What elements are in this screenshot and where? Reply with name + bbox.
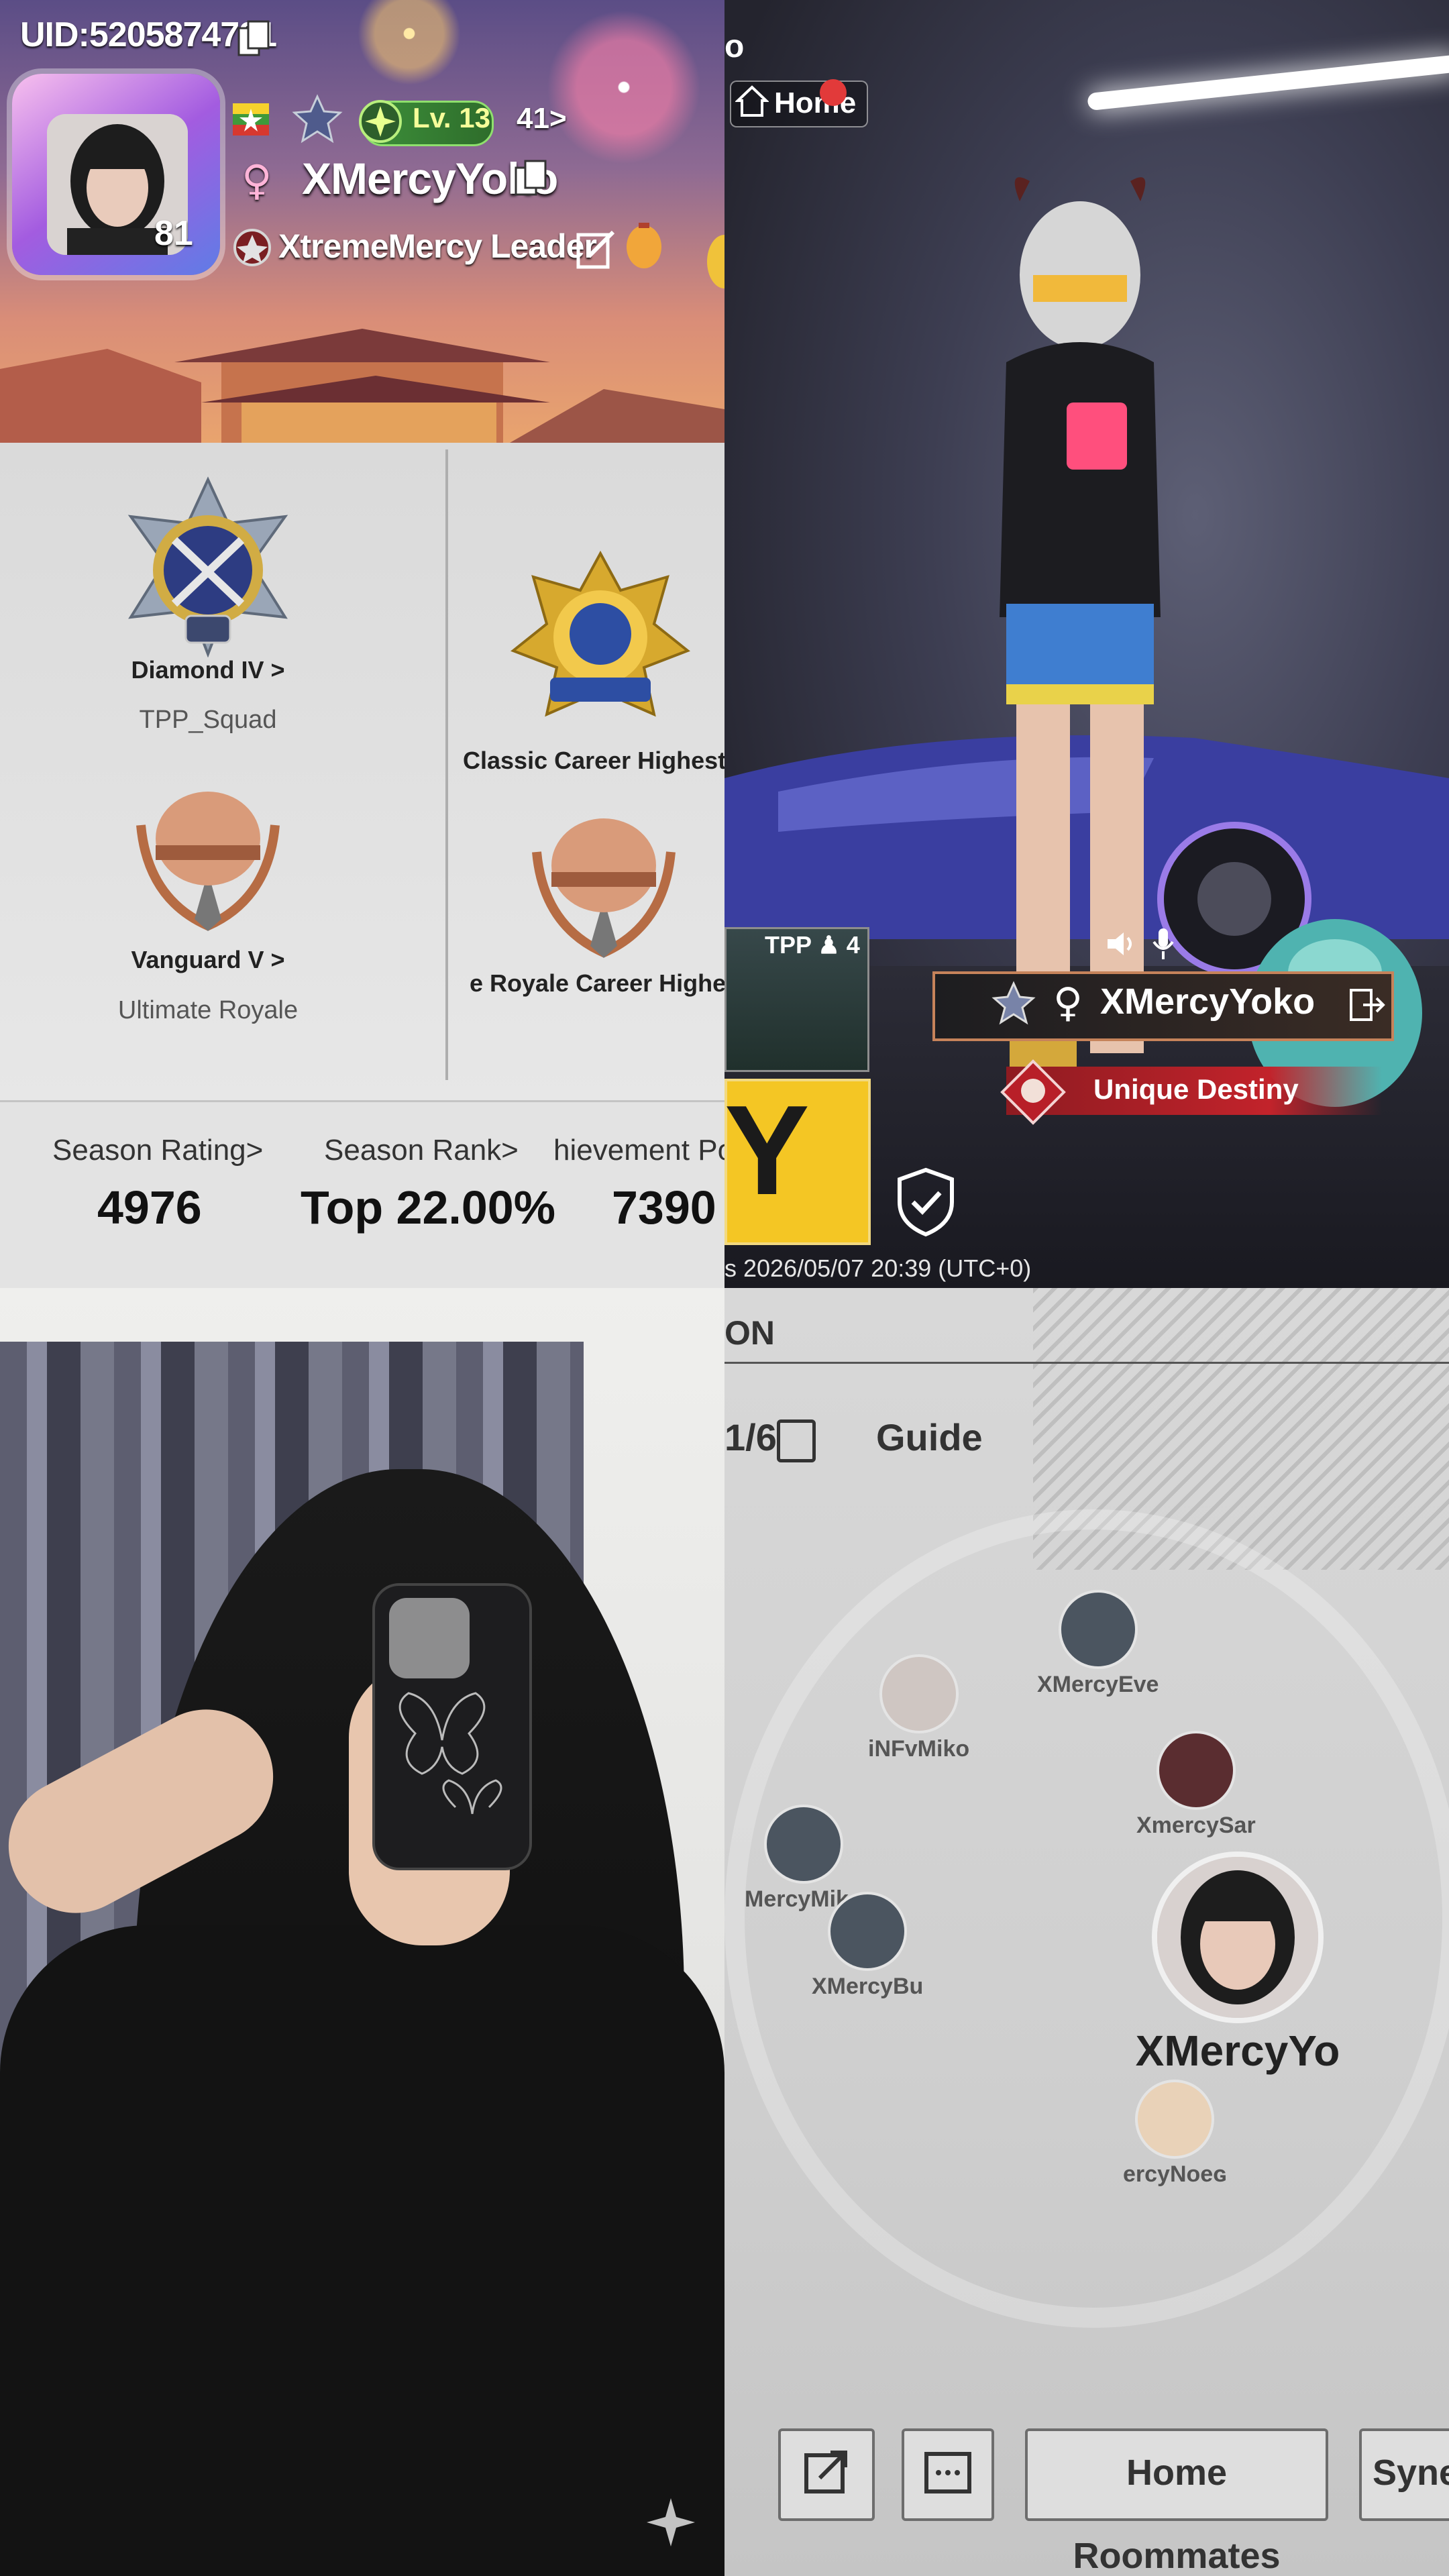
- mode-label: TPP ♟ 4: [765, 931, 860, 959]
- friend-name: XMercyEve: [1037, 1672, 1159, 1697]
- edit-icon[interactable]: [574, 228, 617, 271]
- flag-icon: [233, 103, 269, 136]
- more-button[interactable]: [902, 2428, 994, 2521]
- lobby-scene: o Home TPP ♟ 4 ♀ XMercyYoko Unique Desti…: [724, 0, 1449, 1288]
- friend-avatar: [1156, 1731, 1236, 1810]
- default-avatar-icon: [763, 1805, 843, 1884]
- character-model: [1000, 177, 1161, 1087]
- level-text: Lv. 13: [413, 102, 490, 133]
- share-icon: [804, 2451, 847, 2493]
- female-icon: ♀: [241, 156, 272, 205]
- friend-node[interactable]: iNFvMiko: [868, 1654, 969, 1762]
- home-roommates-button[interactable]: Home Roommates: [1025, 2428, 1328, 2576]
- member-count: 1/6: [724, 1416, 777, 1458]
- rp-text[interactable]: 41>: [517, 102, 567, 136]
- notification-badge: [820, 79, 847, 106]
- microphone-icon[interactable]: [1148, 926, 1178, 962]
- mode-name: TPP: [765, 931, 812, 959]
- profile-panel: UID:5205874721 81 Lv. 13 41> ♀ XMercyYok…: [0, 0, 724, 1288]
- more-icon: [924, 2452, 971, 2493]
- top-fragment: o: [724, 29, 745, 64]
- exit-icon[interactable]: [1348, 986, 1386, 1024]
- social-panel: ON 1/6 Guide iNFvMiko XMercyEve XmercySa…: [724, 1288, 1449, 2576]
- synergy-button[interactable]: Syner: [1359, 2428, 1449, 2521]
- nameplate-name: XMercyYoko: [1100, 981, 1316, 1022]
- tier-emblem-icon: [991, 981, 1036, 1025]
- friend-avatar: [879, 1654, 959, 1733]
- tier-emblem-icon: [292, 94, 343, 144]
- friend-node[interactable]: XmercySar: [1136, 1731, 1256, 1839]
- season-rating-label[interactable]: Season Rating>: [52, 1134, 263, 1167]
- friend-node[interactable]: XMercyEve: [1037, 1590, 1159, 1698]
- selfie-photo: [0, 1288, 724, 2576]
- friend-node[interactable]: XMercyBu: [812, 1892, 923, 2000]
- temple-illustration: [0, 329, 724, 443]
- squad-icon: ♟: [818, 931, 840, 959]
- achievement-points-value: 7390: [612, 1181, 716, 1234]
- season-rank-value: Top 22.00%: [301, 1181, 555, 1234]
- title-badge-text: Unique Destiny: [1093, 1073, 1299, 1105]
- clan-label: XtremeMercy Leader: [278, 227, 597, 265]
- season-rating-value: 4976: [97, 1181, 202, 1234]
- share-button[interactable]: [778, 2428, 875, 2521]
- lantern-icon: [707, 235, 724, 288]
- rank-mode-diamond: TPP_Squad: [139, 706, 277, 734]
- title-emblem-icon: [1000, 1059, 1066, 1125]
- rank-label-diamond[interactable]: Diamond IV >: [84, 656, 332, 684]
- default-avatar-icon: [1058, 1590, 1138, 1669]
- rank-divider: [445, 449, 448, 1080]
- friend-name: iNFvMiko: [868, 1736, 970, 1762]
- friend-node[interactable]: ercyNoeɢ: [1123, 2080, 1226, 2188]
- lantern-icon: [627, 223, 661, 268]
- level-icon: [359, 100, 402, 143]
- rank-label-vanguard[interactable]: Vanguard V >: [84, 946, 332, 974]
- friend-name: XmercySar: [1136, 1813, 1256, 1838]
- diamond-rank-badge[interactable]: [111, 476, 305, 657]
- royale-highest-badge[interactable]: [523, 792, 684, 959]
- achievement-points-label[interactable]: hievement Poi: [553, 1134, 724, 1167]
- firework-decoration: [349, 0, 470, 94]
- clan-emblem-icon: [233, 229, 271, 266]
- default-avatar-icon: [828, 1892, 908, 1971]
- firework-decoration: [537, 0, 711, 174]
- copy-icon[interactable]: [236, 19, 271, 59]
- avatar-level: 81: [154, 214, 193, 253]
- female-icon: ♀: [1053, 979, 1083, 1026]
- header-divider: [724, 1362, 1449, 1364]
- copy-icon[interactable]: [513, 158, 548, 199]
- sparkle-icon: [647, 2498, 695, 2546]
- phone-camera: [389, 1598, 470, 1678]
- black-shirt: [0, 1925, 724, 2576]
- panel-title: ON: [724, 1314, 775, 1352]
- self-node[interactable]: XMercyYo: [1127, 1851, 1348, 2076]
- self-avatar: [1152, 1851, 1324, 2023]
- rank-mode-vanguard: Ultimate Royale: [117, 996, 299, 1024]
- rank-label-royale-highest[interactable]: e Royale Career Highest >: [470, 969, 724, 998]
- event-tile-letter: Y: [724, 1079, 810, 1222]
- friend-name: ercyNoeɢ: [1123, 2161, 1227, 2187]
- home-icon: [735, 85, 769, 117]
- guide-icon[interactable]: [777, 1419, 816, 1462]
- classic-highest-badge[interactable]: [510, 550, 691, 731]
- friend-avatar: [1135, 2080, 1215, 2159]
- self-name: XMercyYo: [1135, 2027, 1340, 2075]
- vanguard-rank-badge[interactable]: [127, 765, 288, 932]
- rank-label-classic-highest[interactable]: Classic Career Highest >: [463, 747, 724, 775]
- mode-count: 4: [846, 931, 860, 959]
- friend-name: XMercyBu: [812, 1974, 924, 1999]
- timestamp: s 2026/05/07 20:39 (UTC+0): [724, 1254, 1032, 1282]
- speaker-icon[interactable]: [1104, 927, 1137, 961]
- home-roommates-label: Home Roommates: [1073, 2453, 1281, 2576]
- synergy-label: Syner: [1373, 2453, 1449, 2493]
- season-rank-label[interactable]: Season Rank>: [324, 1134, 519, 1167]
- guide-label[interactable]: Guide: [876, 1415, 983, 1459]
- shield-check-icon[interactable]: [896, 1167, 956, 1237]
